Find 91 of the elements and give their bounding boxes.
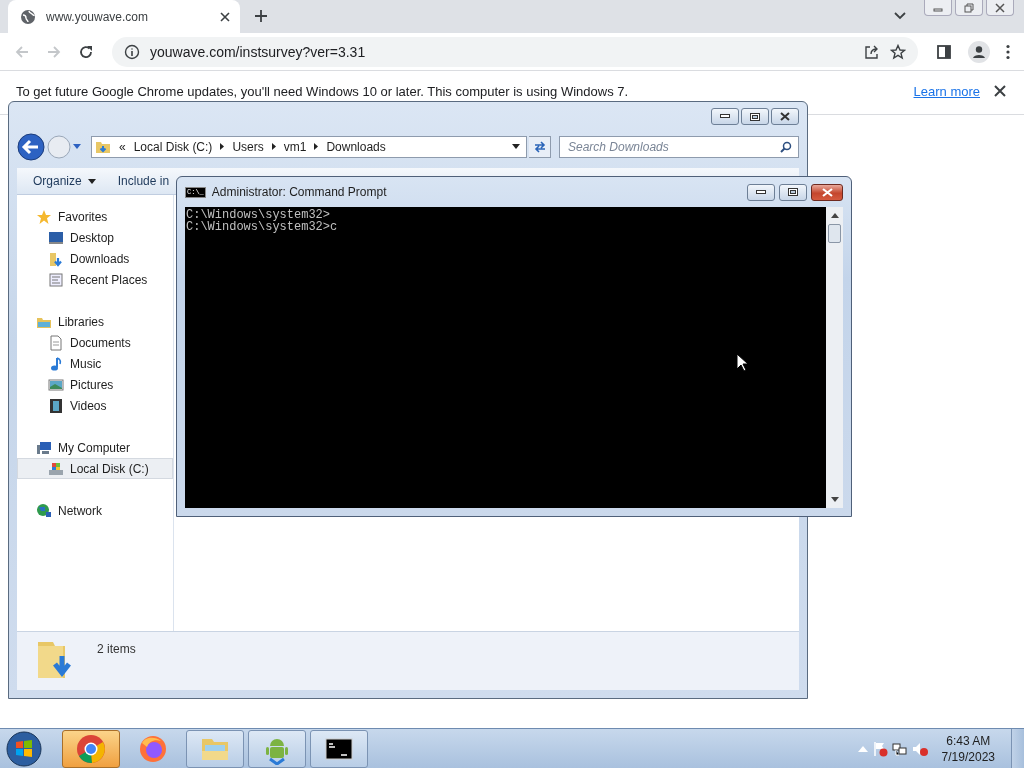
drive-icon xyxy=(48,460,64,477)
chevron-down-icon[interactable] xyxy=(894,12,906,20)
taskbar-chrome-button[interactable] xyxy=(62,729,120,768)
close-icon xyxy=(821,187,833,197)
network-icon[interactable] xyxy=(891,740,908,757)
overflow-chevrons[interactable]: « xyxy=(119,139,126,154)
maximize-icon xyxy=(750,112,760,121)
restore-button[interactable] xyxy=(955,0,983,16)
sidebar-item[interactable]: Music xyxy=(17,353,173,374)
sidebar-item[interactable]: Favorites xyxy=(17,206,173,227)
sidebar-item[interactable]: Downloads xyxy=(17,248,173,269)
close-icon[interactable] xyxy=(994,85,1006,97)
address-bar[interactable]: « Local Disk (C:) Users vm1 Downloads xyxy=(91,135,527,158)
caret-icon xyxy=(87,178,96,184)
scroll-up-icon[interactable] xyxy=(830,213,839,218)
sidebar-item[interactable]: Desktop xyxy=(17,227,173,248)
maximize-button[interactable] xyxy=(779,183,807,201)
sidebar-item[interactable]: Pictures xyxy=(17,374,173,395)
address-bar[interactable]: youwave.com/instsurvey?ver=3.31 xyxy=(112,36,918,67)
profile-icon[interactable] xyxy=(968,40,990,63)
maximize-button[interactable] xyxy=(741,108,769,125)
new-tab-icon[interactable] xyxy=(254,9,268,23)
close-button[interactable] xyxy=(811,183,843,201)
refresh-button[interactable] xyxy=(529,135,551,158)
restore-icon xyxy=(964,2,974,13)
breadcrumb-item[interactable]: Users xyxy=(232,139,264,154)
console-line: C:\Windows\system32> xyxy=(186,209,331,221)
breadcrumb-item[interactable]: vm1 xyxy=(283,139,307,154)
sidebar-item[interactable]: Network xyxy=(17,500,173,521)
close-icon xyxy=(780,112,790,121)
console-line: C:\Windows\system32>c xyxy=(186,221,339,233)
minimize-icon xyxy=(720,114,730,119)
tab-title: www.youwave.com xyxy=(46,9,150,24)
info-icon[interactable] xyxy=(124,43,140,60)
learn-more-link[interactable]: Learn more xyxy=(913,85,980,99)
window-icon xyxy=(48,271,64,288)
minimize-button[interactable] xyxy=(711,108,739,125)
minimize-icon xyxy=(756,189,766,195)
taskbar-cmd-button[interactable] xyxy=(310,729,368,768)
minimize-button[interactable] xyxy=(747,183,775,201)
scroll-down-icon[interactable] xyxy=(830,497,839,502)
picture-frame-icon xyxy=(48,376,64,393)
scroll-thumb[interactable] xyxy=(828,224,841,243)
item-count: 2 items xyxy=(97,642,136,656)
sidebar-item[interactable]: Local Disk (C:) xyxy=(17,458,173,479)
clock-time[interactable]: 6:43 AM xyxy=(946,732,991,749)
folder-icon xyxy=(48,250,64,267)
sidebar-item[interactable]: Documents xyxy=(17,332,173,353)
sidebar-item[interactable]: My Computer xyxy=(17,437,173,458)
close-icon xyxy=(995,2,1005,13)
star-icon xyxy=(36,208,52,225)
network-icon xyxy=(36,502,52,519)
search-field[interactable]: Search Downloads xyxy=(559,135,799,158)
caret-icon[interactable] xyxy=(512,144,520,149)
scrollbar[interactable] xyxy=(826,207,843,508)
start-button[interactable] xyxy=(6,730,42,767)
sidebar-item[interactable]: Recent Places xyxy=(17,269,173,290)
music-note-icon xyxy=(48,355,64,372)
close-button[interactable] xyxy=(771,108,799,125)
refresh-icon xyxy=(532,139,547,154)
update-message: To get future Google Chrome updates, you'll need Windows 10 or later. This computer is using Windows 7. xyxy=(16,85,629,99)
sidebar-item[interactable]: Videos xyxy=(17,395,173,416)
chrome-logo-icon xyxy=(75,732,107,765)
breadcrumb-item[interactable]: Downloads xyxy=(326,139,386,154)
globe-icon xyxy=(20,8,36,25)
side-panel-icon[interactable] xyxy=(936,43,952,60)
reload-icon[interactable] xyxy=(78,43,94,60)
cursor-icon xyxy=(736,353,748,372)
organize-menu[interactable]: Organize xyxy=(33,174,96,188)
window-title: Administrator: Command Prompt xyxy=(211,185,387,199)
menu-icon[interactable] xyxy=(1006,43,1010,60)
close-icon[interactable] xyxy=(220,11,230,22)
sidebar-item[interactable]: Libraries xyxy=(17,311,173,332)
chevron-right-icon[interactable] xyxy=(220,143,225,150)
document-icon xyxy=(48,334,64,351)
maximize-icon xyxy=(788,188,798,196)
monitor-icon xyxy=(48,229,64,246)
chevron-right-icon[interactable] xyxy=(271,143,276,150)
search-icon xyxy=(780,140,792,153)
star-icon[interactable] xyxy=(890,43,906,60)
back-icon[interactable] xyxy=(17,132,45,161)
flag-icon[interactable] xyxy=(871,740,888,757)
share-icon[interactable] xyxy=(864,43,880,60)
chevron-right-icon[interactable] xyxy=(314,143,319,150)
film-icon xyxy=(48,397,64,414)
close-button[interactable] xyxy=(986,0,1014,16)
computer-icon xyxy=(36,439,52,456)
clock-date[interactable]: 7/19/2023 xyxy=(941,748,995,765)
browser-tab[interactable]: www.youwave.com xyxy=(8,0,240,33)
breadcrumb-item[interactable]: Local Disk (C:) xyxy=(133,139,213,154)
toolbar-button[interactable]: Include in xyxy=(117,174,170,188)
